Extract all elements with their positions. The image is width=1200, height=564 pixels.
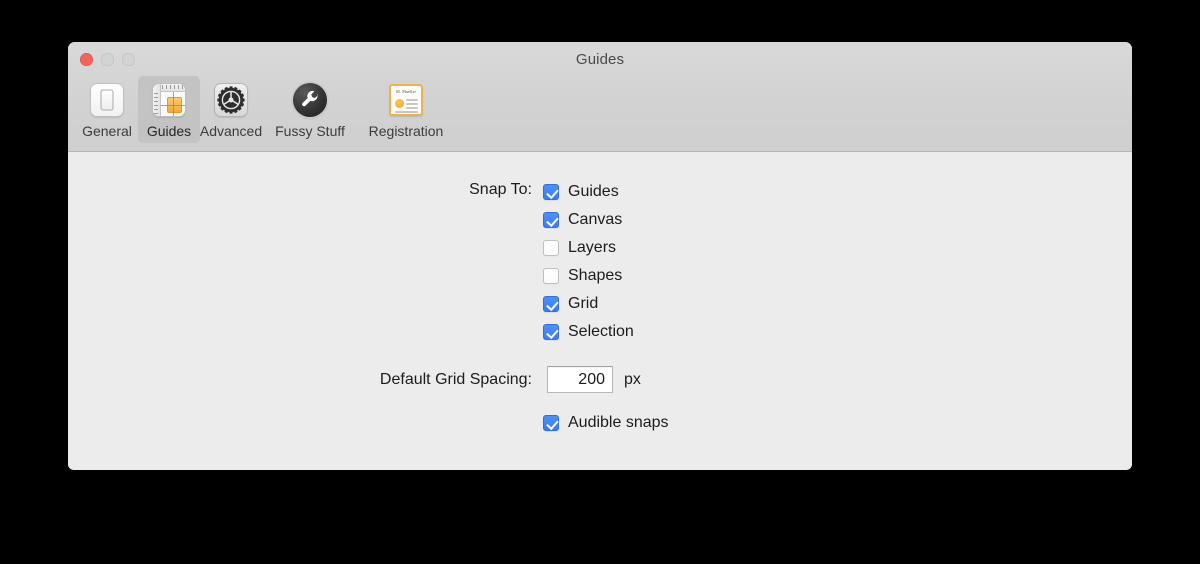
snap-option-canvas-label: Canvas [568, 211, 623, 228]
tab-fussy-stuff-label: Fussy Stuff [275, 123, 345, 139]
snap-option-shapes-label: Shapes [568, 267, 623, 284]
tab-registration[interactable]: M. Mueller Registration [358, 76, 454, 143]
checkbox-grid[interactable] [543, 296, 559, 312]
toggle-switch-icon [89, 82, 125, 118]
certificate-name-text: M. Mueller [395, 89, 417, 94]
snap-to-label: Snap To: [469, 181, 532, 198]
window-title: Guides [575, 51, 625, 68]
default-grid-spacing-label: Default Grid Spacing: [379, 370, 532, 388]
checkbox-canvas[interactable] [543, 212, 559, 228]
ruler-grid-icon [151, 82, 187, 118]
audible-snaps-row[interactable]: Audible snaps [543, 414, 669, 432]
snap-option-guides[interactable]: Guides [543, 178, 634, 206]
snap-option-shapes[interactable]: Shapes [543, 262, 634, 290]
tab-advanced[interactable]: Advanced [200, 76, 262, 143]
checkbox-shapes[interactable] [543, 268, 559, 284]
tab-registration-label: Registration [368, 123, 444, 139]
window-titlebar: Guides General Guides Advanced Fussy Stu… [68, 42, 1132, 152]
snap-option-grid-label: Grid [568, 295, 599, 312]
snap-to-options-list: Guides Canvas Layers Shapes Grid Selecti [543, 178, 634, 346]
default-grid-spacing-row: Default Grid Spacing: px [328, 366, 641, 393]
tab-general[interactable]: General [76, 76, 138, 143]
guides-preferences-pane: Snap To: Guides Canvas Layers Shapes Gri… [68, 152, 1132, 469]
tab-general-label: General [82, 123, 132, 139]
preferences-window: Guides General Guides Advanced Fussy Stu… [68, 42, 1132, 470]
snap-option-selection[interactable]: Selection [543, 318, 634, 346]
audible-snaps-label: Audible snaps [568, 414, 669, 431]
certificate-icon: M. Mueller [388, 82, 424, 118]
snap-option-layers-label: Layers [568, 239, 617, 256]
gear-icon [213, 82, 249, 118]
checkbox-guides[interactable] [543, 184, 559, 200]
snap-option-grid[interactable]: Grid [543, 290, 634, 318]
tab-advanced-label: Advanced [199, 123, 263, 139]
wrench-icon [292, 82, 328, 118]
grid-spacing-unit-label: px [624, 370, 641, 388]
checkbox-layers[interactable] [543, 240, 559, 256]
snap-option-layers[interactable]: Layers [543, 234, 634, 262]
tab-guides-label: Guides [146, 123, 192, 139]
snap-option-canvas[interactable]: Canvas [543, 206, 634, 234]
tab-guides[interactable]: Guides [138, 76, 200, 143]
checkbox-selection[interactable] [543, 324, 559, 340]
tab-fussy-stuff[interactable]: Fussy Stuff [262, 76, 358, 143]
snap-option-guides-label: Guides [568, 183, 619, 200]
checkbox-audible-snaps[interactable] [543, 415, 559, 431]
preferences-toolbar: General Guides Advanced Fussy Stuff M. M… [76, 76, 454, 143]
grid-spacing-input[interactable] [547, 366, 613, 393]
snap-option-selection-label: Selection [568, 323, 634, 340]
